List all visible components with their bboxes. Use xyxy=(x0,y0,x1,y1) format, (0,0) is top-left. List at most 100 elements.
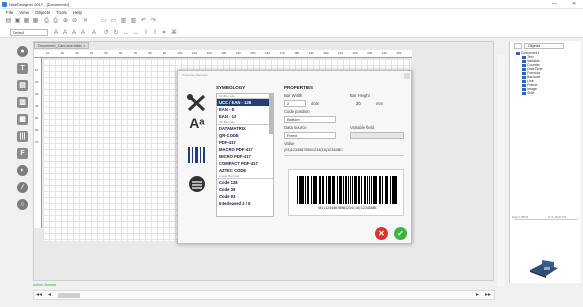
print-preview-icon[interactable]: ⎙ xyxy=(52,18,59,25)
vertical-scrollbar[interactable] xyxy=(497,55,505,287)
font-a-icon[interactable]: A xyxy=(52,29,60,37)
symbology-item[interactable]: DATAMATRIX xyxy=(217,125,273,132)
code-position-select[interactable]: Bottom xyxy=(284,116,336,123)
symbology-item[interactable]: MICRO PDF-417 xyxy=(217,153,273,160)
tools-icon[interactable] xyxy=(186,93,208,113)
barcode-tool-icon[interactable]: ||| xyxy=(17,131,28,142)
flip-h-icon[interactable]: ↔ xyxy=(122,29,130,37)
scroll-next-icon[interactable]: ▸ xyxy=(476,292,479,299)
bar-width-label: Bar Width xyxy=(284,93,303,98)
save-all-icon[interactable]: ▦ xyxy=(32,18,39,25)
value-label: Value xyxy=(284,141,295,146)
label-printer-icon xyxy=(528,256,560,278)
text-cursor-icon[interactable]: I xyxy=(151,29,159,37)
font-b-icon[interactable]: A xyxy=(61,29,69,37)
dialog-close-button[interactable] xyxy=(404,73,410,79)
close-window-button[interactable]: ✕ xyxy=(572,1,576,7)
document-tab-close[interactable]: × xyxy=(83,44,85,48)
rotate-right-icon[interactable]: ↻ xyxy=(112,29,120,37)
barcode-bar xyxy=(342,176,344,204)
horizontal-scrollbar[interactable]: ◂◂ ◂ ▸ ▸▸ xyxy=(33,290,495,300)
text-format-icon[interactable]: Aᵃ xyxy=(186,115,208,135)
shape-tool-icon[interactable]: ○ xyxy=(17,199,28,210)
flip-v-icon[interactable]: ↔ xyxy=(132,29,140,37)
delete-icon[interactable]: ✕ xyxy=(82,18,89,25)
minimize-button[interactable]: — xyxy=(552,1,557,7)
value-input[interactable]: (01)12345678901234(10)12345BC xyxy=(284,148,343,152)
barcode-bar xyxy=(369,176,371,204)
redo-icon[interactable]: ↷ xyxy=(150,18,157,25)
ruler-h-tick: 190 xyxy=(308,51,314,55)
formula-tool-icon[interactable]: F xyxy=(17,148,28,159)
align-center-icon[interactable]: ▥ xyxy=(130,18,137,25)
zoom-out-icon[interactable]: ⊖ xyxy=(71,18,78,25)
symbology-item[interactable]: AZTEC CODE xyxy=(217,167,273,174)
ruler-h-tick: 140 xyxy=(235,51,241,55)
symbology-item[interactable]: Code 93 xyxy=(217,193,273,200)
objects-tab-label: Objects xyxy=(528,44,541,48)
document-tab[interactable]: Document1_Card-size-label. × xyxy=(34,42,90,49)
scroll-thumb[interactable] xyxy=(58,293,80,298)
symbology-item[interactable]: UCC / EAN - 128 xyxy=(217,99,273,106)
snap-icon[interactable]: ⌘ xyxy=(170,29,178,37)
scroll-first-icon[interactable]: ◂◂ xyxy=(36,292,42,299)
align-left-icon[interactable]: ▥ xyxy=(120,18,127,25)
bar-width-select[interactable]: 2 xyxy=(284,100,306,107)
list-scrollbar[interactable] xyxy=(269,94,273,134)
line-tool-icon[interactable]: ∕ xyxy=(17,182,28,193)
bar-height-value[interactable]: 20 xyxy=(356,101,361,106)
objects-tab[interactable]: Objects xyxy=(524,43,564,49)
new-icon[interactable]: ▤ xyxy=(5,18,12,25)
menu-tools[interactable]: Tools xyxy=(56,9,67,17)
variable-tool-icon[interactable]: ▤ xyxy=(17,80,28,91)
panel-divider xyxy=(514,219,578,220)
symbology-item[interactable]: Code 39 xyxy=(217,186,273,193)
zoom-combo[interactable]: Default xyxy=(10,29,48,36)
zoom-in-icon[interactable]: ⊕ xyxy=(62,18,69,25)
symbology-item[interactable]: COMPACT PDF-417 xyxy=(217,160,273,167)
date-tool-icon[interactable]: ▦ xyxy=(17,114,28,125)
symbology-item[interactable]: EAN - 8 xyxy=(217,106,273,113)
text-height-icon[interactable]: I xyxy=(142,29,150,37)
properties-header: PROPERTIES xyxy=(284,85,314,90)
tree-item[interactable]: Shift xyxy=(522,91,542,95)
menu-help[interactable]: Help xyxy=(73,9,82,17)
copy-icon[interactable]: ▭ xyxy=(110,18,117,25)
image-tool-icon[interactable]: ◐ xyxy=(17,165,28,176)
image-fill-icon[interactable] xyxy=(187,175,207,193)
symbology-item[interactable]: MACRO PDF-417 xyxy=(217,146,273,153)
menu-objects[interactable]: Objects xyxy=(35,9,50,17)
ruler-v-tick: 20 xyxy=(35,80,39,84)
text-tool-icon[interactable]: T xyxy=(17,63,28,74)
symbology-item[interactable]: EAN - 13 xyxy=(217,113,273,120)
menu-file[interactable]: File xyxy=(6,9,13,17)
counter-tool-icon[interactable]: ▥ xyxy=(17,97,28,108)
font-c-icon[interactable]: A xyxy=(70,29,78,37)
cancel-button[interactable]: ✕ xyxy=(375,227,388,240)
symbology-item[interactable]: QR-CODE xyxy=(217,132,273,139)
font-d-icon[interactable]: A xyxy=(79,29,87,37)
save-icon[interactable]: ▦ xyxy=(23,18,30,25)
grid-icon[interactable]: ⌗ xyxy=(160,29,168,37)
cut-icon[interactable]: ▭ xyxy=(100,18,107,25)
open-icon[interactable]: ▣ xyxy=(14,18,21,25)
pointer-tool-icon[interactable]: ● xyxy=(17,46,28,57)
symbology-item[interactable]: PDF-417 xyxy=(217,139,273,146)
rotate-left-icon[interactable]: ↺ xyxy=(102,29,110,37)
ruler-h-tick: 170 xyxy=(279,51,285,55)
scroll-last-icon[interactable]: ▸▸ xyxy=(485,292,491,299)
ruler-h-tick: 230 xyxy=(367,51,373,55)
ok-button[interactable]: ✓ xyxy=(394,227,407,240)
undo-icon[interactable]: ↶ xyxy=(140,18,147,25)
symbology-item[interactable]: Interleaved 2 / 5 xyxy=(217,200,273,207)
scroll-prev-icon[interactable]: ◂ xyxy=(48,292,51,299)
barcode-icon[interactable] xyxy=(187,147,207,163)
ruler-h-tick: 60 xyxy=(119,51,123,55)
font-e-icon[interactable]: A xyxy=(90,29,98,37)
symbology-list[interactable]: 1D Barcode UCC / EAN - 128 EAN - 8 EAN - 13… xyxy=(216,93,274,217)
print-icon[interactable]: ⎙ xyxy=(43,18,50,25)
data-source-select[interactable]: Fixed xyxy=(284,132,336,139)
symbology-item[interactable]: Code 128 xyxy=(217,179,273,186)
panel-tab-1[interactable] xyxy=(514,43,522,49)
menu-view[interactable]: View xyxy=(19,9,29,17)
